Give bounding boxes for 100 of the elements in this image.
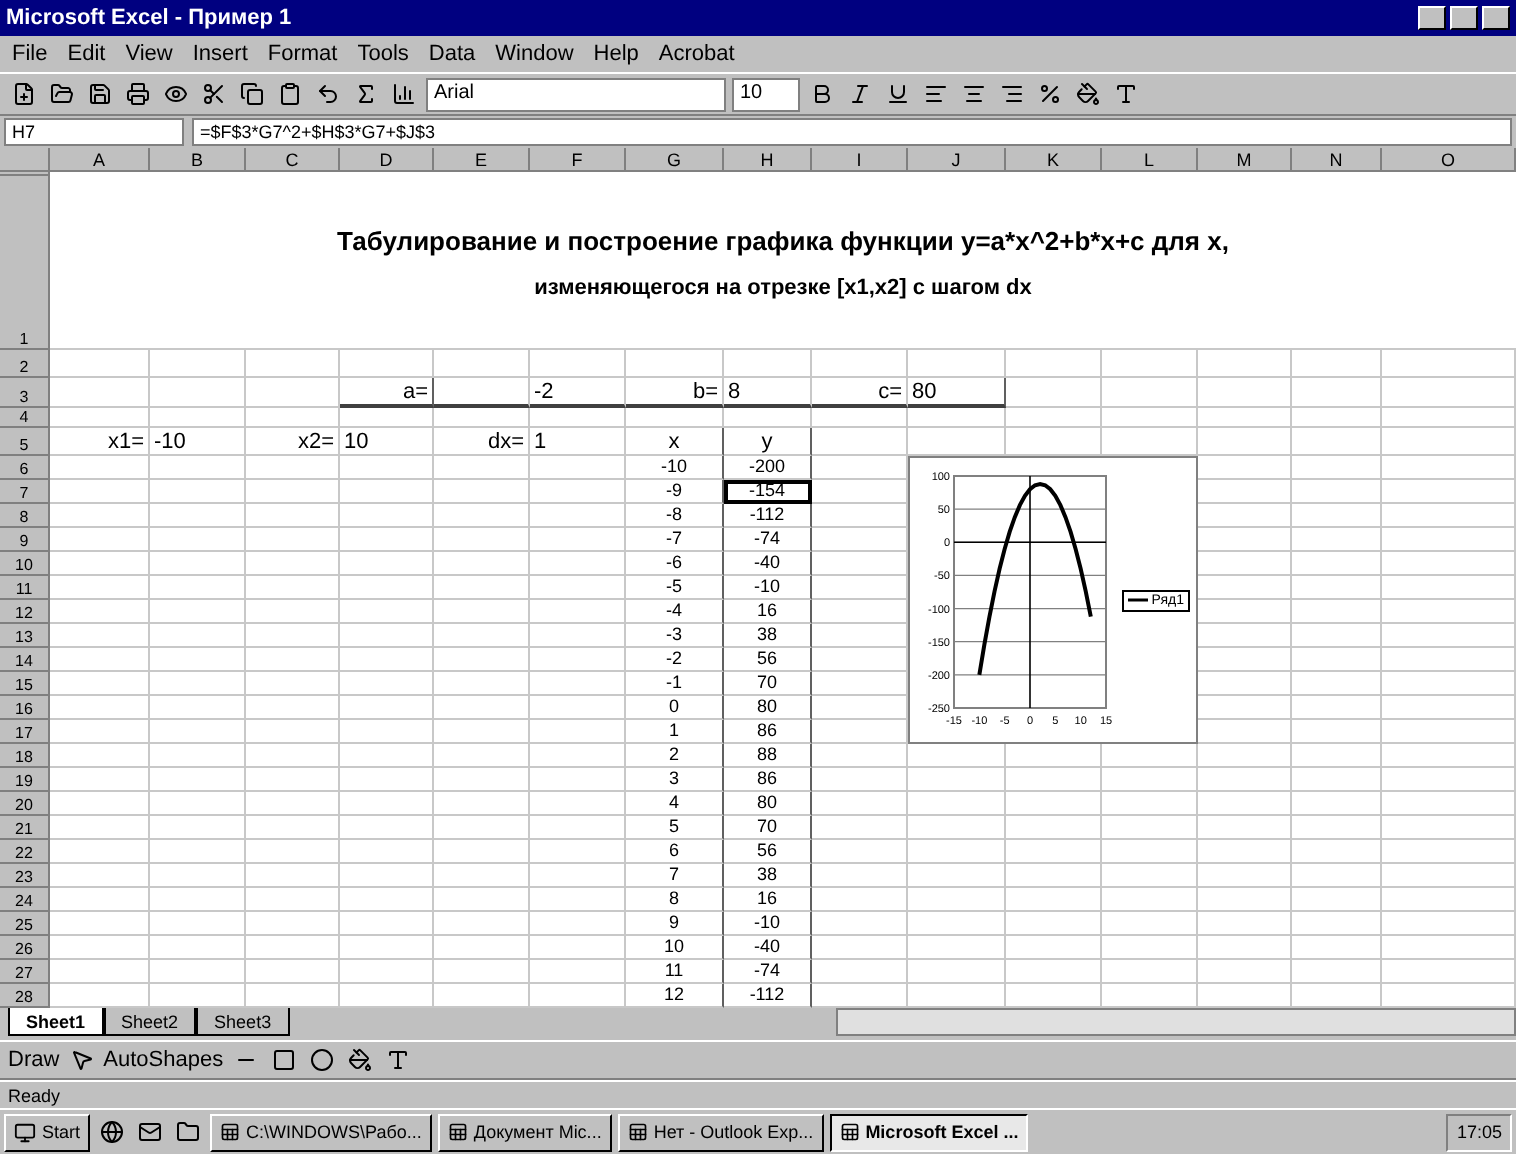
empty-cell[interactable]: [530, 768, 626, 792]
empty-cell[interactable]: [1382, 480, 1516, 504]
empty-cell[interactable]: [908, 350, 1006, 378]
empty-cell[interactable]: [1006, 864, 1102, 888]
empty-cell[interactable]: [434, 888, 530, 912]
empty-cell[interactable]: [530, 816, 626, 840]
empty-cell[interactable]: [434, 672, 530, 696]
empty-cell[interactable]: [150, 840, 246, 864]
start-button[interactable]: Start: [4, 1113, 91, 1151]
empty-cell[interactable]: [812, 428, 908, 456]
globe-icon[interactable]: [96, 1116, 129, 1148]
empty-cell[interactable]: [1102, 864, 1198, 888]
empty-cell[interactable]: [812, 864, 908, 888]
empty-cell[interactable]: [1102, 378, 1198, 408]
empty-cell[interactable]: [812, 744, 908, 768]
empty-cell[interactable]: [246, 504, 340, 528]
empty-cell[interactable]: [340, 864, 434, 888]
empty-cell[interactable]: [246, 480, 340, 504]
empty-cell[interactable]: [340, 576, 434, 600]
empty-cell[interactable]: [434, 528, 530, 552]
draw-menu[interactable]: Draw: [8, 1048, 60, 1072]
empty-cell[interactable]: [1382, 456, 1516, 480]
empty-cell[interactable]: [246, 408, 340, 428]
empty-cell[interactable]: [530, 888, 626, 912]
empty-cell[interactable]: [1006, 888, 1102, 912]
row-number[interactable]: 9: [0, 528, 50, 552]
empty-cell[interactable]: [1198, 792, 1292, 816]
empty-cell[interactable]: [1102, 936, 1198, 960]
empty-cell[interactable]: [1382, 720, 1516, 744]
empty-cell[interactable]: [434, 744, 530, 768]
autoshapes-menu[interactable]: AutoShapes: [103, 1048, 224, 1072]
empty-cell[interactable]: [1382, 864, 1516, 888]
empty-cell[interactable]: [434, 840, 530, 864]
menu-item[interactable]: Edit: [67, 42, 106, 66]
empty-cell[interactable]: [530, 720, 626, 744]
empty-cell[interactable]: [1292, 648, 1382, 672]
column-header[interactable]: C: [246, 148, 340, 172]
empty-cell[interactable]: [530, 528, 626, 552]
column-header[interactable]: D: [340, 148, 434, 172]
empty-cell[interactable]: [340, 350, 434, 378]
empty-cell[interactable]: [1198, 936, 1292, 960]
empty-cell[interactable]: [150, 378, 246, 408]
empty-cell[interactable]: [434, 864, 530, 888]
empty-cell[interactable]: [434, 350, 530, 378]
empty-cell[interactable]: [1382, 744, 1516, 768]
ellipse-icon[interactable]: [305, 1044, 338, 1076]
empty-cell[interactable]: [434, 912, 530, 936]
empty-cell[interactable]: [340, 456, 434, 480]
empty-cell[interactable]: [1292, 350, 1382, 378]
column-header[interactable]: M: [1198, 148, 1292, 172]
empty-cell[interactable]: [434, 648, 530, 672]
row-number[interactable]: 15: [0, 672, 50, 696]
empty-cell[interactable]: [434, 936, 530, 960]
empty-cell[interactable]: [340, 888, 434, 912]
column-header[interactable]: G: [626, 148, 724, 172]
empty-cell[interactable]: [530, 864, 626, 888]
row-number[interactable]: 12: [0, 600, 50, 624]
empty-cell[interactable]: [246, 456, 340, 480]
row-number[interactable]: 16: [0, 696, 50, 720]
row-number[interactable]: 28: [0, 984, 50, 1008]
empty-cell[interactable]: [150, 576, 246, 600]
empty-cell[interactable]: [340, 816, 434, 840]
empty-cell[interactable]: [908, 768, 1006, 792]
row-number[interactable]: 1: [0, 176, 50, 350]
row-number[interactable]: 10: [0, 552, 50, 576]
empty-cell[interactable]: [908, 840, 1006, 864]
empty-cell[interactable]: [434, 960, 530, 984]
empty-cell[interactable]: [246, 792, 340, 816]
row-number[interactable]: 21: [0, 816, 50, 840]
empty-cell[interactable]: [340, 624, 434, 648]
empty-cell[interactable]: [1382, 816, 1516, 840]
empty-cell[interactable]: [150, 912, 246, 936]
empty-cell[interactable]: [812, 350, 908, 378]
empty-cell[interactable]: [340, 408, 434, 428]
empty-cell[interactable]: [246, 960, 340, 984]
empty-cell[interactable]: [812, 960, 908, 984]
empty-cell[interactable]: [1382, 792, 1516, 816]
row-number[interactable]: 3: [0, 378, 50, 408]
empty-cell[interactable]: [434, 792, 530, 816]
empty-cell[interactable]: [150, 744, 246, 768]
empty-cell[interactable]: [340, 912, 434, 936]
empty-cell[interactable]: [812, 888, 908, 912]
empty-cell[interactable]: [340, 600, 434, 624]
empty-cell[interactable]: [340, 792, 434, 816]
row-number[interactable]: 26: [0, 936, 50, 960]
empty-cell[interactable]: [908, 816, 1006, 840]
empty-cell[interactable]: [434, 816, 530, 840]
empty-cell[interactable]: [812, 840, 908, 864]
empty-cell[interactable]: [1198, 840, 1292, 864]
empty-cell[interactable]: [150, 936, 246, 960]
row-number[interactable]: 20: [0, 792, 50, 816]
empty-cell[interactable]: [1292, 768, 1382, 792]
empty-cell[interactable]: [1292, 696, 1382, 720]
empty-cell[interactable]: [246, 552, 340, 576]
empty-cell[interactable]: [1292, 864, 1382, 888]
empty-cell[interactable]: [1382, 960, 1516, 984]
empty-cell[interactable]: [908, 408, 1006, 428]
empty-cell[interactable]: [1292, 552, 1382, 576]
column-header[interactable]: L: [1102, 148, 1198, 172]
empty-cell[interactable]: [1382, 552, 1516, 576]
